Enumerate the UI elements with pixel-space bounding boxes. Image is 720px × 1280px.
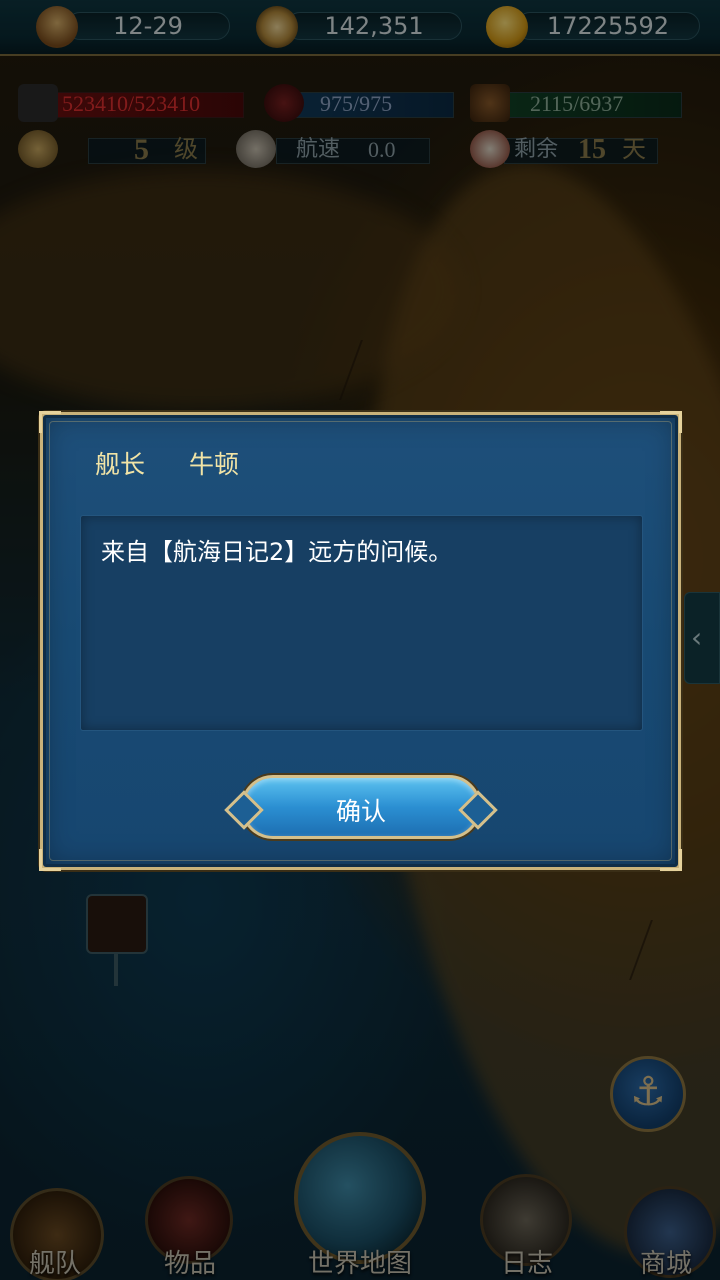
message-dialog: 舰长 牛顿 来自【航海日记2】远方的问候。 确认: [39, 411, 682, 871]
message-text: 来自【航海日记2】远方的问候。: [101, 538, 453, 566]
message-box: 来自【航海日记2】远方的问候。: [80, 515, 643, 731]
dialog-corner-ornament: [39, 849, 61, 871]
speaker-name: 牛顿: [189, 450, 240, 479]
dialog-corner-ornament: [660, 849, 682, 871]
dialog-corner-ornament: [39, 411, 61, 433]
speaker-role: 舰长: [95, 450, 146, 479]
confirm-button[interactable]: 确认: [241, 775, 481, 839]
confirm-button-label: 确认: [335, 797, 386, 826]
dialog-corner-ornament: [660, 411, 682, 433]
